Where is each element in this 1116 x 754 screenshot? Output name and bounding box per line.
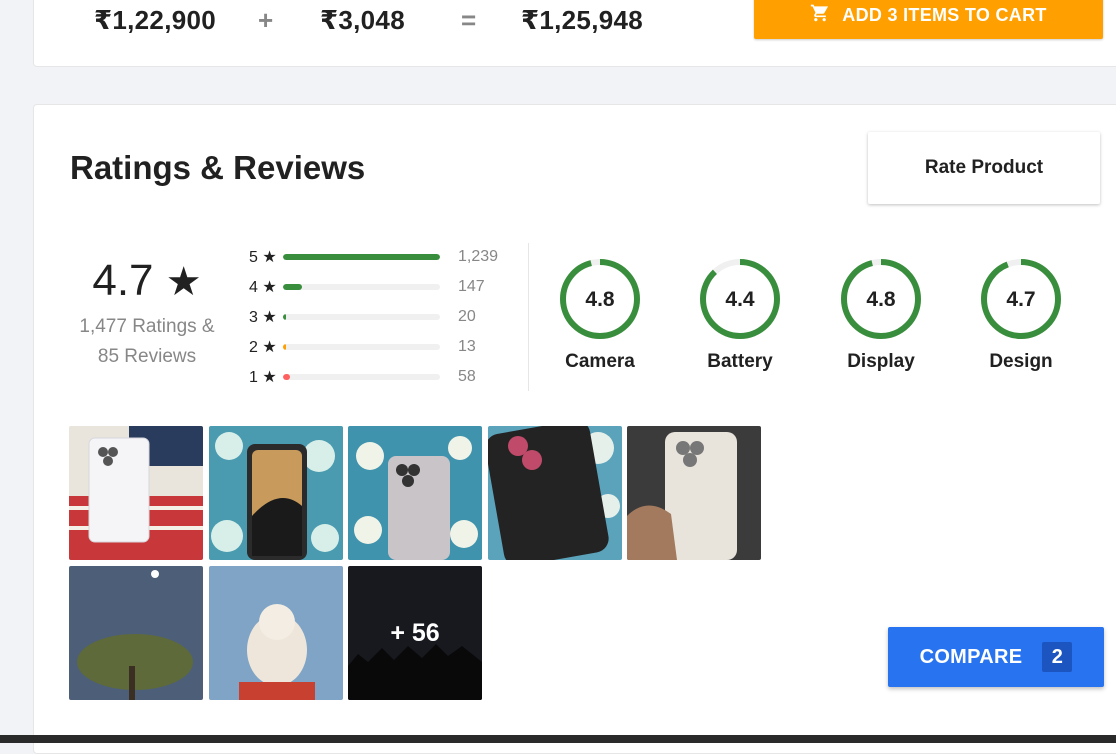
- display-score-gauge: 4.8: [841, 259, 921, 339]
- battery-label: Battery: [707, 351, 773, 372]
- equals-sign: =: [461, 5, 477, 35]
- aspect-camera: 4.8 Camera: [540, 257, 660, 373]
- add-to-cart-button[interactable]: ADD 3 ITEMS TO CART: [754, 0, 1103, 39]
- camera-score: 4.8: [585, 288, 615, 311]
- combo-item-price-1: ₹1,22,900: [94, 5, 216, 35]
- rate-product-button[interactable]: Rate Product: [868, 132, 1100, 204]
- rating-bar-row-4: 4 ★ 147: [249, 277, 485, 297]
- rating-bar-row-2: 2 ★ 13: [249, 337, 476, 357]
- aspect-display: 4.8 Display: [821, 257, 941, 373]
- overall-rating-value: 4.7: [92, 256, 154, 305]
- review-photo-thumbnail[interactable]: [209, 566, 343, 700]
- aspect-battery: 4.4 Battery: [680, 257, 800, 373]
- rating-bar-fill: [283, 344, 287, 350]
- overall-rating: 4.7 ★: [34, 255, 260, 308]
- rating-bar-count: 1,239: [458, 248, 499, 265]
- rating-bar-label: 1 ★: [249, 369, 277, 386]
- rating-bar-count: 147: [458, 278, 485, 295]
- rating-bar-fill: [283, 284, 302, 290]
- reviews-count: 85 Reviews: [97, 346, 197, 367]
- display-label: Display: [847, 351, 915, 372]
- review-photo-thumbnail[interactable]: [69, 426, 203, 560]
- review-photo-thumbnail[interactable]: [348, 426, 482, 560]
- overall-rating-summary: 4.7 ★ 1,477 Ratings & 85 Reviews: [34, 255, 260, 372]
- camera-score-gauge: 4.8: [560, 259, 640, 339]
- more-photos-count: + 56: [348, 566, 482, 700]
- add-to-cart-label: ADD 3 ITEMS TO CART: [842, 4, 1047, 25]
- rating-bar-row-3: 3 ★ 20: [249, 307, 476, 327]
- bottom-bar: [0, 735, 1116, 743]
- rating-bar-track: [283, 314, 440, 320]
- rating-bar-track: [283, 344, 440, 350]
- review-photo-thumbnail[interactable]: [209, 426, 343, 560]
- design-score-gauge: 4.7: [981, 259, 1061, 339]
- battery-score-gauge: 4.4: [700, 259, 780, 339]
- battery-score: 4.4: [725, 288, 755, 311]
- ratings-count: 1,477 Ratings &: [79, 316, 215, 337]
- combo-total-price: ₹1,25,948: [521, 5, 643, 35]
- rating-bar-label: 3 ★: [249, 309, 277, 326]
- review-photo-thumbnail[interactable]: [488, 426, 622, 560]
- section-title: Ratings & Reviews: [70, 149, 366, 186]
- rating-bar-fill: [283, 374, 291, 380]
- aspect-design: 4.7 Design: [961, 257, 1081, 373]
- rating-bar-row-1: 1 ★ 58: [249, 367, 476, 387]
- rating-bar-label: 5 ★: [249, 249, 277, 266]
- plus-sign: +: [258, 5, 274, 35]
- rating-bar-row-5: 5 ★ 1,239: [249, 247, 498, 267]
- rating-bar-track: [283, 284, 440, 290]
- compare-label: COMPARE: [919, 645, 1023, 668]
- compare-count-badge: 2: [1042, 642, 1073, 672]
- compare-button[interactable]: COMPARE 2: [888, 627, 1104, 687]
- rating-bar-fill: [283, 314, 287, 320]
- design-score: 4.7: [1006, 288, 1035, 311]
- design-label: Design: [989, 351, 1053, 372]
- rating-bar-count: 58: [458, 368, 476, 385]
- rating-bar-count: 13: [458, 338, 476, 355]
- review-photo-thumbnail-more[interactable]: + 56: [348, 566, 482, 700]
- rating-bar-label: 2 ★: [249, 339, 277, 356]
- review-photo-thumbnail[interactable]: [627, 426, 761, 560]
- rating-bar-label: 4 ★: [249, 279, 277, 296]
- vertical-divider: [528, 243, 529, 391]
- combo-item-price-2: ₹3,048: [320, 5, 405, 35]
- review-photo-thumbnail[interactable]: [69, 566, 203, 700]
- rating-bar-track: [283, 254, 440, 260]
- rating-bar-count: 20: [458, 308, 476, 325]
- combo-card: ₹1,22,900 + ₹3,048 = ₹1,25,948 ADD 3 ITE…: [33, 0, 1116, 67]
- rating-bar-track: [283, 374, 440, 380]
- camera-label: Camera: [565, 351, 635, 372]
- display-score: 4.8: [866, 288, 896, 311]
- rating-bar-fill: [283, 254, 440, 260]
- star-icon: ★: [165, 260, 202, 304]
- cart-icon: [810, 3, 830, 28]
